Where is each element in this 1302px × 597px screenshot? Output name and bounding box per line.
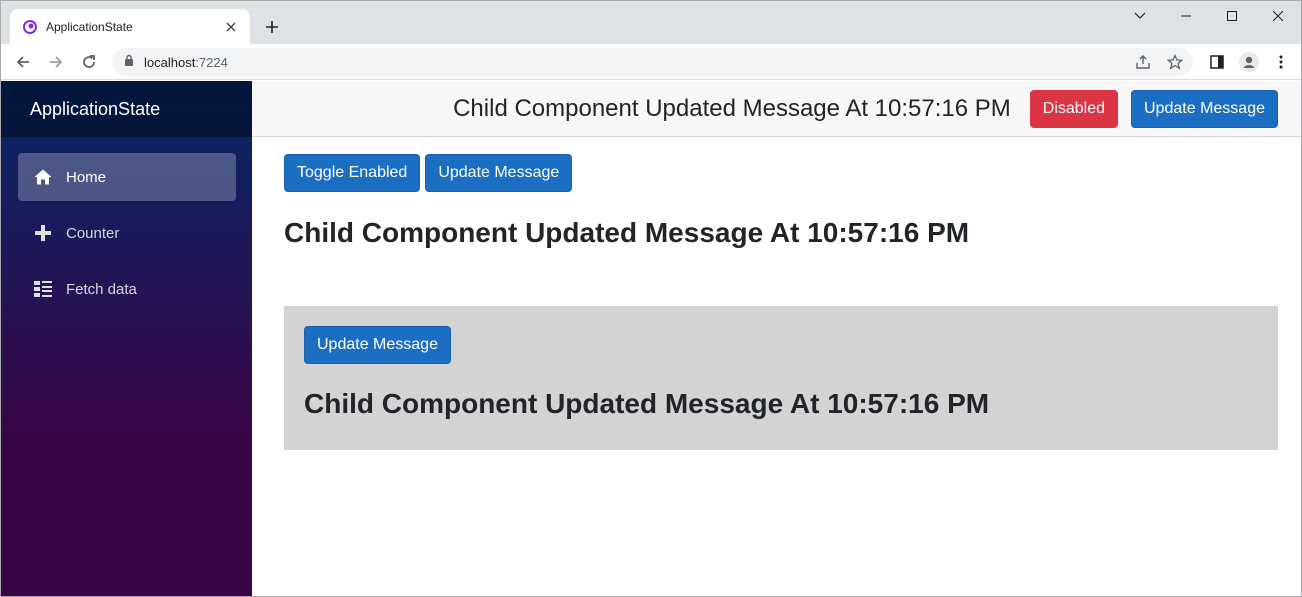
- more-menu-icon[interactable]: [1267, 48, 1295, 76]
- reload-icon[interactable]: [75, 48, 103, 76]
- sidebar-item-fetch-data[interactable]: Fetch data: [18, 265, 236, 313]
- sidebar-item-label: Fetch data: [66, 280, 137, 298]
- content-message: Child Component Updated Message At 10:57…: [284, 217, 970, 248]
- forward-arrow-icon[interactable]: [42, 48, 70, 76]
- app-brand[interactable]: ApplicationState: [30, 99, 160, 120]
- minimize-icon[interactable]: [1163, 1, 1209, 31]
- disabled-button[interactable]: Disabled: [1029, 89, 1119, 128]
- sidebar-item-home[interactable]: Home: [18, 153, 236, 201]
- child-update-message-button[interactable]: Update Message: [304, 326, 451, 364]
- maximize-icon[interactable]: [1209, 1, 1255, 31]
- sidebar-item-label: Home: [66, 168, 107, 186]
- side-panel-icon[interactable]: [1203, 48, 1231, 76]
- page-content: Toggle Enabled Update Message Child Comp…: [252, 137, 1301, 450]
- tab-strip: ApplicationState: [1, 1, 1301, 44]
- profile-avatar-icon[interactable]: [1235, 48, 1263, 76]
- tab-title: ApplicationState: [46, 19, 133, 34]
- browser-toolbar: localhost:7224: [1, 44, 1301, 80]
- toggle-enabled-button[interactable]: Toggle Enabled: [284, 154, 421, 192]
- content-button-row: Toggle Enabled Update Message: [284, 154, 1278, 192]
- child-component-panel: Update Message Child Component Updated M…: [284, 306, 1278, 450]
- sidebar: ApplicationState Home Counter Fetch data: [1, 81, 252, 596]
- url-text: localhost:7224: [144, 54, 228, 70]
- content-update-message-button[interactable]: Update Message: [425, 154, 573, 192]
- close-tab-icon[interactable]: [222, 18, 240, 36]
- sidebar-item-label: Counter: [66, 224, 120, 242]
- home-icon: [33, 167, 53, 187]
- page-viewport: ApplicationState Home Counter Fetch data…: [1, 81, 1301, 596]
- lock-icon: [124, 53, 134, 71]
- blazor-favicon-icon: [22, 19, 38, 35]
- top-row-message: Child Component Updated Message At 10:57…: [453, 94, 1011, 122]
- sidebar-nav: Home Counter Fetch data: [1, 137, 252, 313]
- back-arrow-icon[interactable]: [9, 48, 37, 76]
- close-window-icon[interactable]: [1255, 1, 1301, 31]
- window-controls: [1117, 1, 1301, 31]
- sidebar-item-counter[interactable]: Counter: [18, 209, 236, 257]
- tab-search-chevron-icon[interactable]: [1117, 1, 1163, 31]
- address-bar[interactable]: localhost:7224: [112, 48, 1193, 76]
- child-message: Child Component Updated Message At 10:57…: [304, 388, 990, 419]
- top-row: Child Component Updated Message At 10:57…: [252, 81, 1301, 137]
- browser-window: ApplicationState localhost:7224 Applicat…: [0, 0, 1302, 597]
- bookmark-star-icon[interactable]: [1165, 52, 1185, 72]
- plus-icon: [33, 223, 53, 243]
- browser-tab[interactable]: ApplicationState: [10, 9, 250, 44]
- top-update-message-button[interactable]: Update Message: [1131, 89, 1278, 128]
- share-icon[interactable]: [1133, 52, 1153, 72]
- brand-bar: ApplicationState: [1, 81, 252, 137]
- main-area: Child Component Updated Message At 10:57…: [252, 81, 1301, 596]
- new-tab-icon[interactable]: [260, 15, 284, 39]
- list-icon: [33, 279, 53, 299]
